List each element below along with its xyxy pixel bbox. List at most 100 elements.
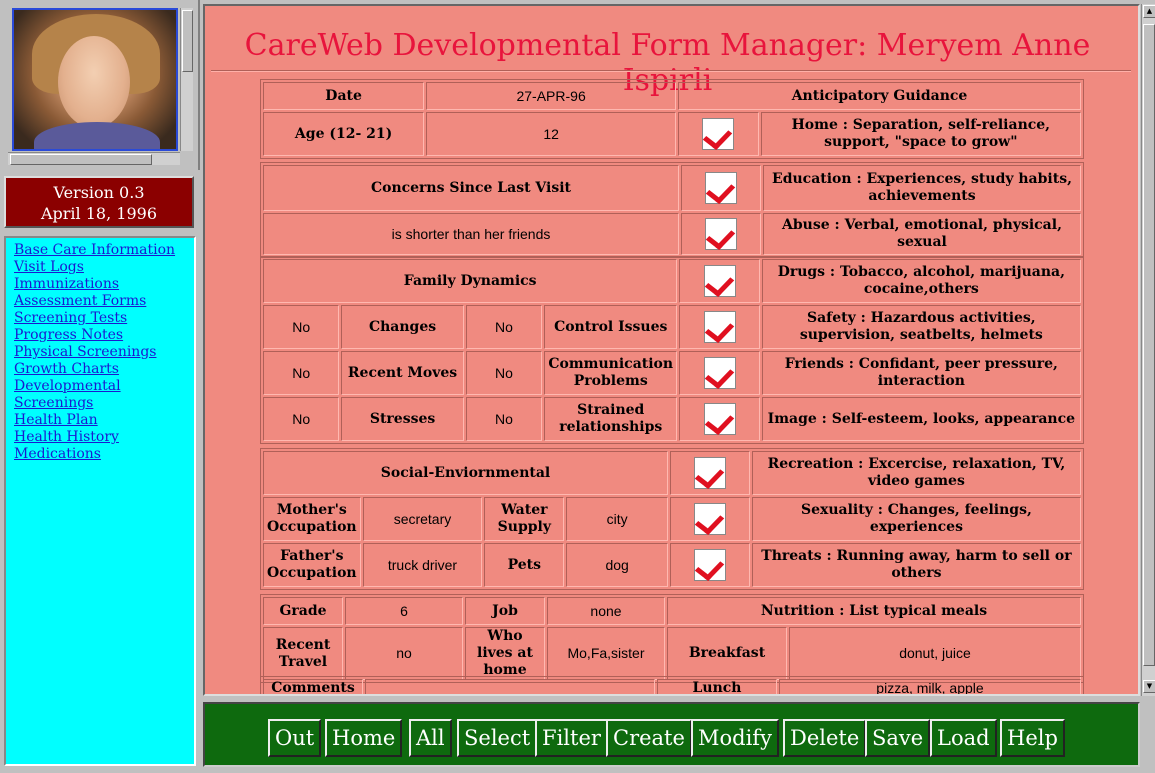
main-vertical-scrollbar[interactable]: ▲ ▼ [1141,4,1155,696]
nav-link-growth-charts[interactable]: Growth Charts [14,361,194,378]
recent-moves-value[interactable]: No [263,351,340,395]
stresses-label: Stresses [341,397,464,441]
scroll-down-arrow[interactable]: ▼ [1143,680,1155,693]
grade-value[interactable]: 6 [345,597,463,625]
lunch-value[interactable]: pizza, milk, apple [779,679,1081,694]
who-lives-label: Who lives at home [465,627,545,680]
home-checkbox[interactable] [702,118,735,150]
nav-link-developmental[interactable]: Developmental [14,378,194,395]
date-age-table: Date 27-APR-96 Anticipatory Guidance Age… [260,79,1084,159]
guidance-drugs: Drugs : Tobacco, alcohol, marijuana, coc… [761,259,1081,303]
patient-photo-frame [0,0,200,170]
communication-label: Communication Problems [544,351,678,395]
delete-button[interactable]: Delete [783,719,867,757]
version-date: April 18, 1996 [40,204,157,223]
save-button[interactable]: Save [865,719,931,757]
family-row: No Changes No Control Issues Safety : Ha… [263,305,1081,349]
nav-link-immunizations[interactable]: Immunizations [14,276,194,293]
photo-horizontal-scrollbar[interactable] [8,152,180,165]
photo-vertical-scrollbar[interactable] [180,8,193,151]
recreation-checkbox-cell [670,451,750,495]
create-button[interactable]: Create [606,719,692,757]
abuse-checkbox[interactable] [705,218,737,250]
mother-occupation-value[interactable]: secretary [362,497,483,541]
breakfast-value[interactable]: donut, juice [789,627,1081,680]
father-occupation-value[interactable]: truck driver [362,543,483,587]
version-label: Version 0.3 [53,183,145,202]
age-value[interactable]: 12 [426,112,677,156]
safety-checkbox[interactable] [703,311,736,343]
recent-travel-value[interactable]: no [345,627,463,680]
nav-link-assessment-forms[interactable]: Assessment Forms [14,293,194,310]
nav-link-screening-tests[interactable]: Screening Tests [14,310,194,327]
guidance-threats: Threats : Running away, harm to sell or … [751,543,1081,587]
family-label: Family Dynamics [263,259,678,303]
stresses-value[interactable]: No [263,397,340,441]
family-dynamics-table: Family Dynamics Drugs : Tobacco, alcohol… [260,256,1084,444]
comments-value[interactable] [365,679,655,694]
grade-label: Grade [263,597,343,625]
communication-value[interactable]: No [465,351,543,395]
nav-link-health-history[interactable]: Health History [14,429,194,446]
date-value[interactable]: 27-APR-96 [426,82,677,110]
modify-button[interactable]: Modify [691,719,779,757]
comments-label: Comments [263,679,363,694]
select-button[interactable]: Select [457,719,538,757]
social-environmental-table: Social-Enviornmental Recreation : Excerc… [260,448,1084,590]
who-lives-value[interactable]: Mo,Fa,sister [547,627,665,680]
title-divider [211,70,1131,72]
image-checkbox-cell [679,397,760,441]
control-issues-label: Control Issues [544,305,678,349]
all-button[interactable]: All [409,719,452,757]
guidance-recreation: Recreation : Excercise, relaxation, TV, … [751,451,1081,495]
comments-lunch-table: Comments Lunch pizza, milk, apple [260,676,1084,694]
changes-value[interactable]: No [263,305,340,349]
concerns-label: Concerns Since Last Visit [263,165,679,211]
family-row: No Stresses No Strained relationships Im… [263,397,1081,441]
threats-checkbox-cell [670,543,750,587]
threats-checkbox[interactable] [693,549,726,581]
guidance-sexuality: Sexuality : Changes, feelings, experienc… [751,497,1081,541]
recreation-checkbox[interactable] [693,457,726,489]
age-label: Age (12- 21) [263,112,425,156]
help-button[interactable]: Help [1000,719,1065,757]
strained-value[interactable]: No [465,397,543,441]
water-supply-label: Water Supply [484,497,565,541]
family-row: No Recent Moves No Communication Problem… [263,351,1081,395]
education-checkbox[interactable] [705,172,737,204]
image-checkbox[interactable] [703,403,736,435]
control-issues-value[interactable]: No [465,305,543,349]
nav-link-health-plan[interactable]: Health Plan [14,412,194,429]
concerns-value[interactable]: is shorter than her friends [263,213,679,255]
version-box: Version 0.3 April 18, 1996 [4,176,194,228]
patient-photo [12,8,178,151]
recent-travel-label: Recent Travel [263,627,343,680]
home-button[interactable]: Home [325,719,403,757]
nav-link-progress-notes[interactable]: Progress Notes [14,327,194,344]
nav-link-visit-logs[interactable]: Visit Logs [14,259,194,276]
scroll-up-arrow[interactable]: ▲ [1143,5,1155,18]
job-value[interactable]: none [547,597,665,625]
out-button[interactable]: Out [268,719,322,757]
sexuality-checkbox-cell [670,497,750,541]
home-checkbox-cell [678,112,759,156]
changes-label: Changes [341,305,464,349]
sexuality-checkbox[interactable] [693,503,726,535]
nav-link-medications[interactable]: Medications [14,446,194,463]
mother-occupation-label: Mother's Occupation [263,497,361,541]
pets-value[interactable]: dog [566,543,669,587]
nav-link-base-care[interactable]: Base Care Information [14,242,194,259]
load-button[interactable]: Load [930,719,997,757]
date-label: Date [263,82,425,110]
school-nutrition-table: Grade 6 Job none Nutrition : List typica… [260,594,1084,683]
pets-label: Pets [484,543,565,587]
water-supply-value[interactable]: city [566,497,669,541]
guidance-education: Education : Experiences, study habits, a… [763,165,1081,211]
nav-link-physical-screenings[interactable]: Physical Screenings [14,344,194,361]
filter-button[interactable]: Filter [535,719,608,757]
friends-checkbox[interactable] [703,357,736,389]
drugs-checkbox[interactable] [703,265,736,297]
scroll-thumb[interactable] [1143,24,1155,666]
guidance-safety: Safety : Hazardous activities, supervisi… [761,305,1081,349]
nav-link-screenings[interactable]: Screenings [14,395,194,412]
